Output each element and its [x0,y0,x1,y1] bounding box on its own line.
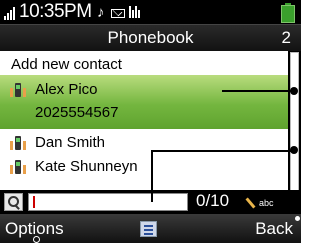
status-bar: 10:35PM ♪ [0,0,301,24]
contact-item-selected[interactable]: Alex Pico 2025554567 [0,75,288,129]
contact-number: 2025554567 [35,104,119,121]
network-indicator-icon [129,6,142,18]
contact-name: Dan Smith [35,134,106,151]
text-cursor [33,196,35,208]
battery-icon [281,3,295,23]
contact-list: Add new contact Alex Pico 2025554567 Dan… [0,51,288,190]
page-title: Phonebook [107,28,194,47]
callout-dot [295,216,300,221]
contact-count: 2 [281,28,291,47]
callout-dot [290,87,298,95]
softkey-bar: Options Back [0,214,301,243]
callout-line [151,150,153,202]
back-softkey[interactable]: Back [255,219,293,239]
phonebook-screen: 10:35PM ♪ Phonebook 2 Add new contact Al… [0,0,301,243]
music-note-icon: ♪ [97,4,105,21]
add-new-contact-label: Add new contact [11,56,122,73]
character-count: 0/10 [196,191,230,210]
input-mode-label: abc [259,198,274,208]
contact-item[interactable]: Kate Shunneyn [0,155,288,179]
mobile-phone-icon [10,83,26,97]
message-envelope-icon [111,9,125,18]
signal-strength-icon [4,6,19,20]
clock-time: 10:35PM [19,1,92,22]
mobile-phone-icon [10,160,26,174]
title-bar: Phonebook 2 [0,24,301,52]
scrollbar-thumb[interactable] [290,52,299,192]
menu-list-icon[interactable] [140,221,157,237]
callout-dot [33,236,40,243]
search-icon [4,193,23,211]
callout-line [151,150,292,152]
search-input[interactable] [28,193,188,211]
callout-dot [290,146,298,154]
add-new-contact-item[interactable]: Add new contact [0,53,288,77]
contact-name: Alex Pico [35,81,98,98]
callout-line [222,90,292,92]
mobile-phone-icon [10,136,26,150]
contact-name: Kate Shunneyn [35,158,138,175]
pencil-icon [247,195,259,209]
